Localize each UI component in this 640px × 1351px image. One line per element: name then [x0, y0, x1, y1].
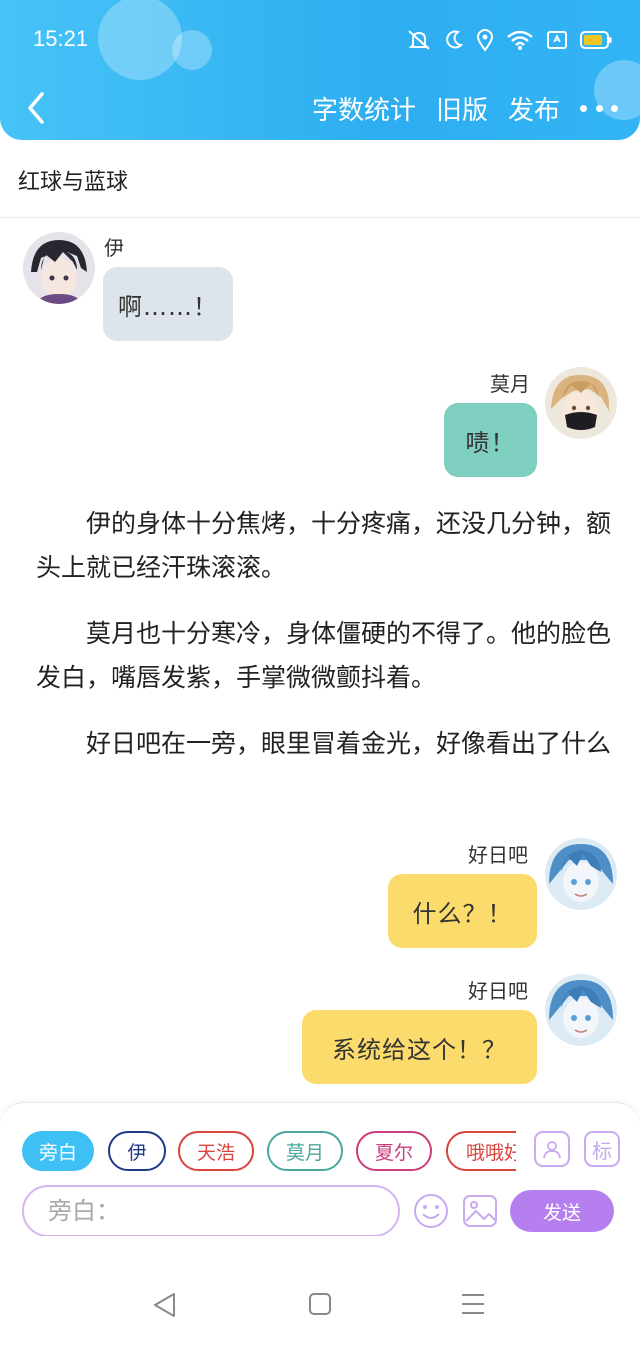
nav-actions: 字数统计 旧版 发布 — [312, 86, 618, 130]
character-manage-button[interactable] — [534, 1131, 570, 1167]
speaker-name: 伊 — [104, 236, 124, 260]
emoji-icon[interactable] — [413, 1193, 449, 1229]
moon-icon — [446, 30, 464, 49]
message-bubble[interactable]: 啊……！ — [103, 267, 233, 341]
sim-icon — [547, 31, 567, 49]
role-chip-narrator[interactable]: 旁白 — [22, 1131, 94, 1171]
narration-paragraph[interactable]: 莫月也十分寒冷，身体僵硬的不得了。他的脸色发白，嘴唇发紫，手掌微微颤抖着。 — [36, 612, 616, 700]
avatar-haoriba[interactable] — [545, 974, 617, 1046]
system-home-icon[interactable] — [308, 1292, 332, 1316]
chevron-left-icon — [28, 92, 44, 124]
person-card-icon — [543, 1141, 561, 1159]
role-chip-tianhao[interactable]: 天浩 — [178, 1131, 254, 1171]
message-input[interactable] — [22, 1185, 400, 1237]
nav-bar: 字数统计 旧版 发布 — [0, 80, 640, 136]
input-panel: 旁白 伊 天浩 莫月 夏尔 哦哦好 标 发送 — [0, 1102, 640, 1237]
narration-paragraph[interactable]: 伊的身体十分焦烤，十分疼痛，还没几分钟，额头上就已经汗珠滚滚。 — [36, 502, 616, 590]
more-dot — [580, 104, 587, 112]
location-icon — [476, 29, 494, 52]
avatar-haoriba[interactable] — [545, 838, 617, 910]
message-bubble[interactable]: 系统给这个！？ — [302, 1010, 537, 1084]
wifi-icon — [507, 30, 533, 50]
speaker-name: 好日吧 — [468, 979, 528, 1003]
message-bubble[interactable]: 什么？！ — [388, 874, 537, 948]
system-nav-bar — [0, 1236, 640, 1351]
mute-bell-icon — [408, 30, 430, 50]
message-bubble[interactable]: 啧！ — [444, 403, 537, 477]
app-header: 15:21 字数统计 旧版 发布 — [0, 0, 640, 140]
role-chip-moyue[interactable]: 莫月 — [267, 1131, 343, 1171]
role-chip-yi[interactable]: 伊 — [108, 1131, 166, 1171]
speaker-name: 莫月 — [490, 372, 530, 396]
battery-icon — [580, 31, 612, 49]
narration-paragraph[interactable]: 好日吧在一旁，眼里冒着金光，好像看出了什么 — [36, 722, 616, 766]
role-selector: 旁白 伊 天浩 莫月 夏尔 哦哦好 — [22, 1131, 516, 1173]
divider — [0, 217, 640, 218]
more-dot — [611, 104, 618, 112]
role-chip-xiaer[interactable]: 夏尔 — [356, 1131, 432, 1171]
system-back-icon[interactable] — [152, 1292, 178, 1318]
avatar-moyue[interactable] — [545, 367, 617, 439]
status-icons — [406, 26, 612, 54]
avatar-yi[interactable] — [23, 232, 95, 304]
status-time: 15:21 — [33, 26, 89, 51]
speaker-name: 好日吧 — [468, 843, 528, 867]
word-count-button[interactable]: 字数统计 — [312, 90, 416, 127]
publish-button[interactable]: 发布 — [508, 90, 560, 127]
tag-label: 标 — [592, 1138, 612, 1163]
image-icon[interactable] — [462, 1193, 498, 1229]
back-button[interactable] — [20, 88, 52, 128]
role-chip-oohao[interactable]: 哦哦好 — [446, 1131, 516, 1171]
more-dot — [595, 104, 603, 112]
old-version-button[interactable]: 旧版 — [436, 90, 488, 127]
more-button[interactable] — [580, 86, 618, 130]
tag-button[interactable]: 标 — [584, 1131, 620, 1167]
system-recents-icon[interactable] — [460, 1292, 486, 1316]
document-title[interactable]: 红球与蓝球 — [18, 164, 128, 196]
status-bar: 15:21 — [0, 0, 640, 80]
send-button[interactable]: 发送 — [510, 1190, 614, 1232]
